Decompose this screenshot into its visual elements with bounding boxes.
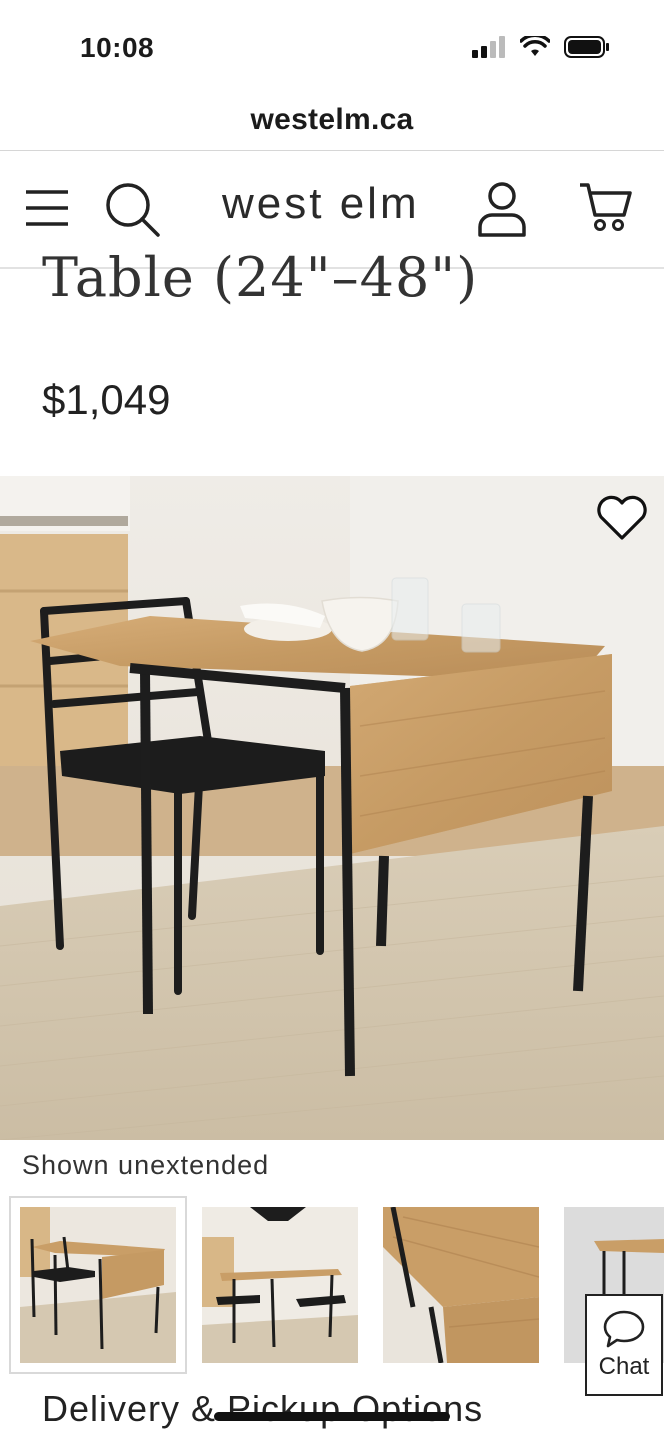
battery-icon (564, 36, 609, 58)
thumbnail-image (202, 1207, 358, 1363)
chat-button[interactable]: Chat (585, 1294, 663, 1396)
chat-label: Chat (598, 1353, 650, 1380)
home-indicator[interactable] (214, 1412, 450, 1421)
product-price: $1,049 (42, 376, 171, 423)
chat-bubble-icon (603, 1310, 645, 1348)
search-button[interactable] (102, 179, 162, 239)
cart-button[interactable] (578, 179, 634, 235)
thumbnail-image (383, 1207, 539, 1363)
menu-button[interactable] (22, 183, 72, 233)
account-button[interactable] (474, 179, 530, 239)
heart-icon (597, 495, 647, 540)
search-icon (106, 183, 160, 237)
delivery-pickup-heading[interactable]: Delivery & Pickup Options (42, 1388, 483, 1430)
status-time: 10:08 (80, 32, 155, 63)
thumbnail-2[interactable] (202, 1207, 358, 1363)
url-text: westelm.ca (250, 103, 414, 136)
thumbnail-image (20, 1207, 176, 1363)
wifi-icon (520, 36, 550, 56)
cart-icon (580, 183, 632, 231)
account-icon (478, 182, 526, 237)
thumbnail-1[interactable] (20, 1207, 176, 1363)
address-bar[interactable]: westelm.ca (0, 90, 664, 151)
product-hero-image[interactable] (0, 476, 664, 1140)
drop-leaf-table-photo (0, 476, 664, 1140)
image-caption: Shown unextended (22, 1150, 270, 1180)
signal-icon (472, 36, 505, 58)
product-title: Table (24"–48") (42, 246, 479, 309)
status-icons (472, 36, 610, 58)
thumbnail-3[interactable] (383, 1207, 539, 1363)
favorite-button[interactable] (594, 490, 650, 546)
menu-icon (26, 190, 68, 226)
brand-logo[interactable]: west elm (222, 179, 420, 229)
